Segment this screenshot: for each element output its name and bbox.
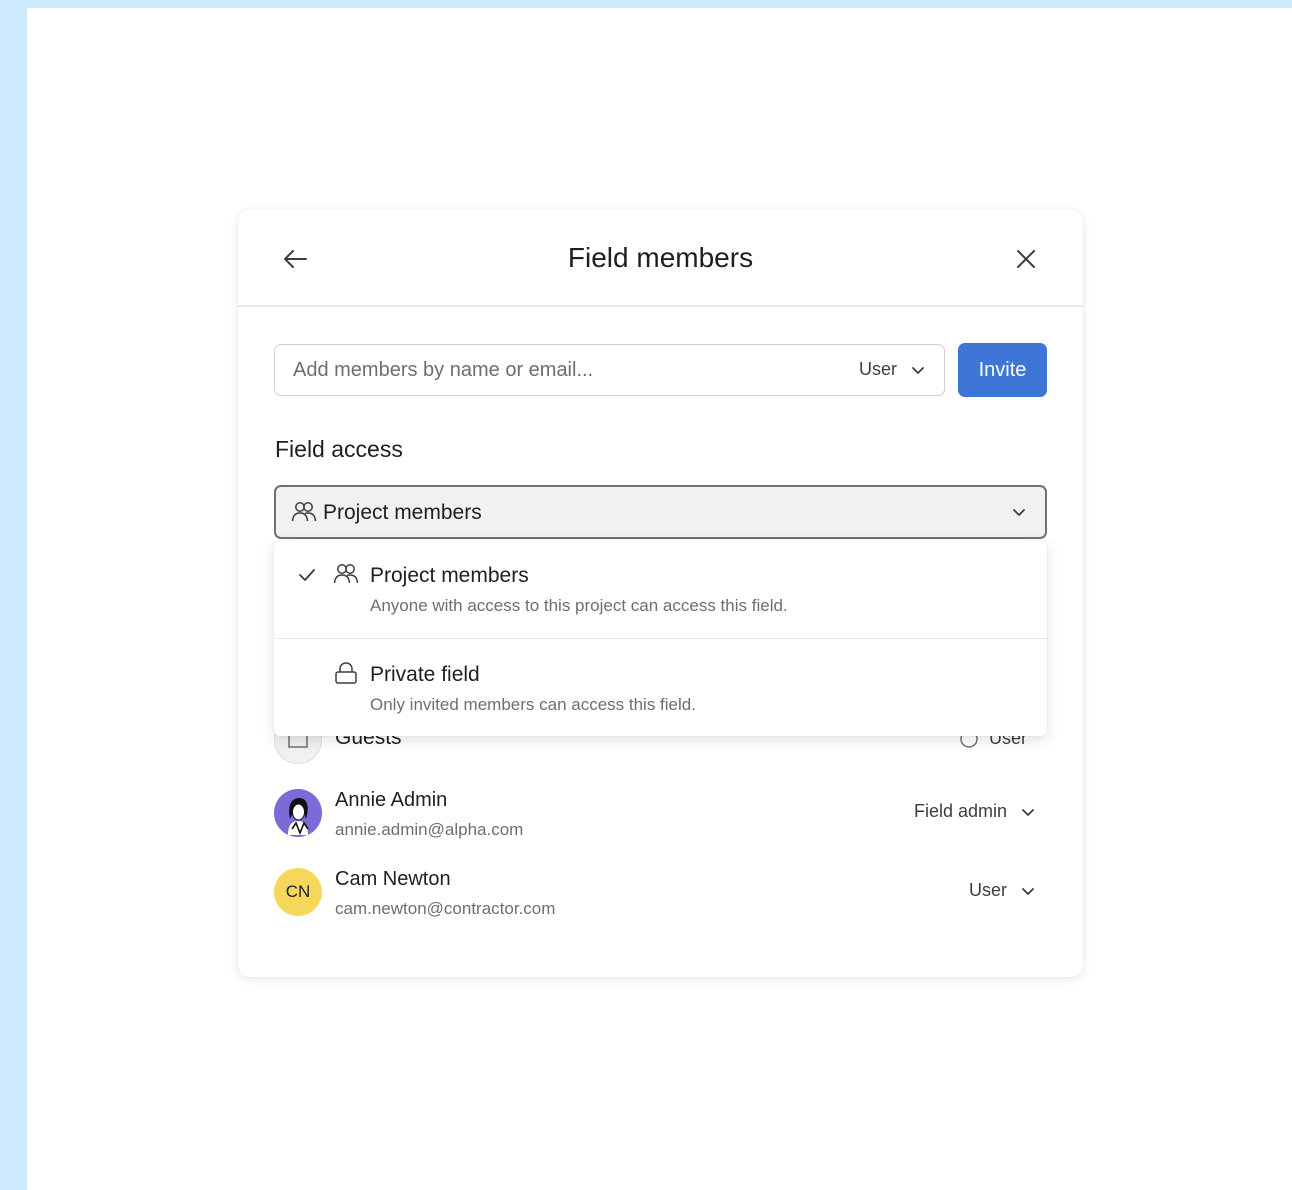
people-icon [291,502,317,522]
member-role-label: Field admin [913,801,1007,821]
member-role-label: User [968,880,1007,900]
people-icon [333,564,359,584]
option-title: Private field [370,663,480,686]
close-button[interactable] [1013,246,1039,272]
checkmark-icon [299,569,315,581]
option-private-field[interactable]: Private field Only invited members can a… [274,638,1047,736]
close-icon [1017,250,1035,268]
add-members-field: User [274,344,945,396]
member-name: Cam Newton [335,868,451,890]
option-title: Project members [370,564,529,587]
invite-role-label: User [859,359,898,379]
chevron-down-icon [1022,887,1034,895]
field-access-select[interactable]: Project members [274,485,1047,539]
member-row: CN Cam Newton cam.newton@contractor.com … [274,868,1047,928]
field-access-dropdown: Project members Anyone with access to th… [274,540,1047,736]
option-description: Only invited members can access this fie… [370,695,696,714]
member-role-select[interactable]: Field admin [914,801,1047,822]
option-description: Anyone with access to this project can a… [370,596,788,615]
member-email: annie.admin@alpha.com [335,820,524,839]
option-project-members[interactable]: Project members Anyone with access to th… [274,540,1047,638]
avatar [274,789,322,837]
member-email: cam.newton@contractor.com [335,899,556,918]
add-members-input[interactable] [277,347,837,393]
chevron-down-icon [912,366,924,374]
member-role-select[interactable]: User [969,880,1047,901]
chevron-down-icon [1022,808,1034,816]
dialog-title: Field members [567,242,754,273]
field-access-label: Field access [275,436,403,462]
avatar: CN [274,868,322,916]
invite-role-select[interactable]: User [859,345,939,394]
avatar-initials: CN [285,882,311,901]
user-photo-icon [274,789,322,837]
invite-button[interactable]: Invite [958,343,1047,397]
member-name: Annie Admin [335,789,448,811]
field-members-dialog: Field members User Invite Field access P… [238,210,1083,977]
lock-icon [335,662,357,684]
chevron-down-icon [1013,509,1025,516]
member-row: Annie Admin annie.admin@alpha.com Field … [274,789,1047,849]
field-access-selected: Project members [323,501,482,524]
dialog-header: Field members [238,210,1083,307]
